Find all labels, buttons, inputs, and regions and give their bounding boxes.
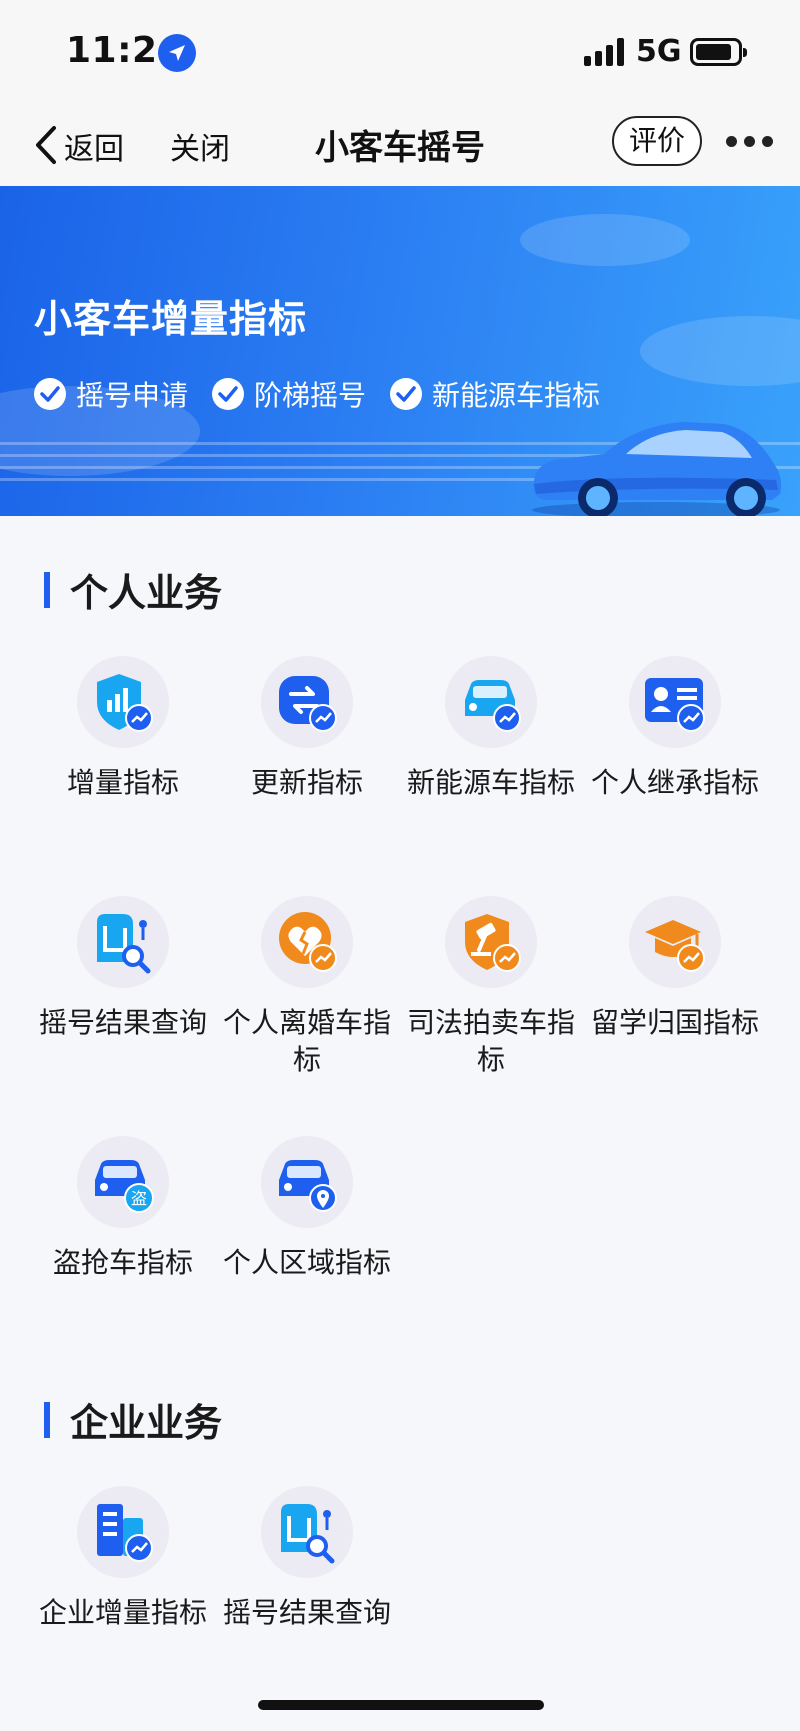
service-item-judicial-auction[interactable]: 司法拍卖车指标 [399,896,583,1078]
service-item-enterprise-result-query[interactable]: 摇号结果查询 [215,1486,399,1631]
service-item-label: 留学归国指标 [590,1006,759,1039]
home-indicator[interactable] [258,1700,544,1710]
service-item-overseas-return[interactable]: 留学归国指标 [583,896,767,1041]
broken-heart-icon [261,896,353,988]
section-title: 企业业务 [70,1401,223,1445]
banner-feature-label: 新能源车指标 [432,379,601,412]
service-item-label: 盗抢车指标 [52,1246,193,1279]
section-accent-bar [44,1401,50,1438]
banner-feature-label: 摇号申请 [76,379,189,412]
search-doc-icon [77,896,169,988]
service-item-label: 摇号结果查询 [222,1596,391,1629]
location-icon [158,34,196,72]
enterprise-section-header: 企业业务 [44,1392,222,1447]
service-item-inheritance[interactable]: 个人继承指标 [583,656,767,801]
banner-feature: 新能源车指标 [390,374,600,414]
service-item-label: 个人继承指标 [590,766,759,799]
section-title: 个人业务 [70,571,223,615]
graduation-cap-icon [629,896,721,988]
car-icon [445,656,537,748]
signal-icon [584,38,626,66]
id-card-icon [629,656,721,748]
banner-features: 摇号申请 阶梯摇号 新能源车指标 [34,374,624,414]
banner-feature-label: 阶梯摇号 [254,379,367,412]
building-icon [77,1486,169,1578]
service-item-label: 增量指标 [66,766,179,799]
battery-icon [690,38,747,66]
shield-chart-icon [77,656,169,748]
service-item-result-query[interactable]: 摇号结果查询 [31,896,215,1041]
nav-bar: 返回 关闭 小客车摇号 评价 [0,108,800,186]
banner-title: 小客车增量指标 [34,297,308,341]
service-item-increment[interactable]: 增量指标 [31,656,215,801]
refresh-icon [261,656,353,748]
more-icon[interactable] [724,126,774,156]
service-item-label: 更新指标 [250,766,363,799]
service-item-stolen-car[interactable]: 盗 盗抢车指标 [31,1136,215,1281]
section-accent-bar [44,571,50,608]
status-bar: 11:24 5G [0,0,800,108]
service-item-regional[interactable]: 个人区域指标 [215,1136,399,1281]
banner-feature: 阶梯摇号 [212,374,366,414]
search-doc-icon [261,1486,353,1578]
hero-banner: 小客车增量指标 摇号申请 阶梯摇号 新能源车指标 [0,186,800,516]
stolen-car-icon: 盗 [77,1136,169,1228]
check-icon [212,378,245,410]
service-item-label: 摇号结果查询 [38,1006,207,1039]
rate-button[interactable]: 评价 [612,116,702,166]
personal-section-header: 个人业务 [44,562,222,617]
check-icon [34,378,66,410]
car-location-icon [261,1136,353,1228]
car-illustration-icon [532,422,782,516]
service-item-label: 个人离婚车指标 [222,1006,391,1076]
banner-feature: 摇号申请 [34,374,188,414]
network-type: 5G [636,34,682,69]
service-item-label: 企业增量指标 [38,1596,207,1629]
stolen-badge-text: 盗 [131,1189,147,1208]
service-item-label: 新能源车指标 [406,766,575,799]
service-item-label: 个人区域指标 [222,1246,391,1279]
service-item-renewal[interactable]: 更新指标 [215,656,399,801]
check-icon [390,378,423,410]
service-item-divorce[interactable]: 个人离婚车指标 [215,896,399,1078]
gavel-icon [445,896,537,988]
service-item-label: 司法拍卖车指标 [406,1006,575,1076]
service-item-new-energy[interactable]: 新能源车指标 [399,656,583,801]
service-item-enterprise-increment[interactable]: 企业增量指标 [31,1486,215,1631]
